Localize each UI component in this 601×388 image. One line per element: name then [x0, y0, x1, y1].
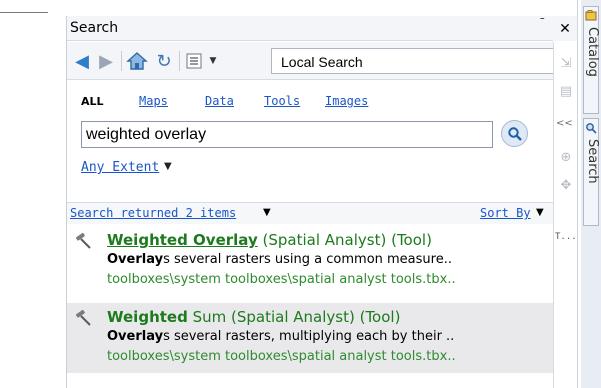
close-button[interactable]: ✕: [553, 16, 577, 41]
result-path: toolboxes\system toolboxes\spatial analy…: [107, 272, 456, 287]
side-tab-label[interactable]: T...: [555, 232, 577, 242]
background-area: [0, 0, 66, 388]
view-options-button[interactable]: [183, 49, 205, 73]
hammer-icon: [75, 309, 91, 326]
search-scope-dropdown[interactable]: Local Search: [271, 48, 553, 74]
filter-tools[interactable]: Tools: [264, 94, 300, 108]
home-button[interactable]: [125, 49, 149, 73]
result-path: toolboxes\system toolboxes\spatial analy…: [107, 349, 456, 364]
results-count-link[interactable]: Search returned 2 items: [70, 206, 236, 220]
tab-label: Search: [585, 139, 600, 184]
extent-link[interactable]: Any Extent: [81, 160, 159, 175]
result-name[interactable]: Weighted Overlay: [107, 231, 258, 249]
catalog-icon: [585, 10, 597, 21]
filter-data[interactable]: Data: [205, 94, 234, 108]
filter-images[interactable]: Images: [325, 94, 368, 108]
tab-search[interactable]: Search: [583, 118, 600, 226]
result-title[interactable]: Weighted Sum (Spatial Analyst) (Tool): [107, 308, 400, 326]
pan-icon[interactable]: ✥: [557, 178, 575, 196]
tab-label: Catalog: [585, 27, 600, 77]
refresh-button[interactable]: ↻: [153, 49, 175, 73]
divider-line: [0, 12, 48, 13]
zoom-icon[interactable]: ⊕: [557, 150, 575, 168]
list-view-icon: [186, 53, 202, 69]
chevron-down-icon: ▼: [209, 56, 217, 66]
list-item[interactable]: Weighted Sum (Spatial Analyst) (Tool) Ov…: [67, 303, 553, 373]
chevron-down-icon[interactable]: ▼: [536, 207, 544, 218]
refresh-icon: ↻: [156, 50, 172, 72]
chevron-down-icon[interactable]: ▼: [164, 161, 172, 172]
results-header: Search returned 2 items ▼ Sort By ▼: [67, 202, 553, 224]
home-icon: [126, 52, 148, 70]
result-title[interactable]: Weighted Overlay (Spatial Analyst) (Tool…: [107, 231, 432, 249]
title-bar: Search ˉ: [67, 16, 553, 41]
pin-icon[interactable]: ˉ: [539, 17, 546, 32]
view-options-dropdown[interactable]: ▼: [207, 49, 219, 73]
description-highlight: Overlay: [107, 329, 164, 344]
window-title: Search: [70, 20, 119, 36]
result-type: Sum (Spatial Analyst) (Tool): [187, 308, 401, 326]
toolbar-separator: [179, 51, 180, 71]
toolbar-separator: [121, 51, 122, 71]
filter-icon[interactable]: ⇲: [557, 56, 575, 74]
forward-arrow-icon: ▶: [99, 50, 113, 72]
hammer-icon: [75, 232, 91, 249]
close-icon: ✕: [559, 20, 571, 37]
search-window: Search ˉ ◀ ▶ ↻ ▼ Local Search ALL Maps D…: [66, 16, 553, 388]
result-description: Overlays several rasters using a common …: [107, 252, 553, 267]
filter-all[interactable]: ALL: [81, 95, 104, 108]
description-text: s several rasters using a common measure…: [163, 252, 452, 267]
search-button[interactable]: [501, 120, 528, 147]
search-panel: ALL Maps Data Tools Images Any Extent ▼: [67, 81, 553, 202]
forward-button[interactable]: ▶: [95, 49, 117, 73]
copy-icon[interactable]: ▤: [557, 84, 575, 102]
tab-catalog[interactable]: Catalog: [583, 6, 600, 114]
search-icon: [586, 123, 597, 134]
search-scope-label: Local Search: [281, 54, 363, 70]
search-icon: [507, 126, 522, 141]
chevron-down-icon[interactable]: ▼: [263, 207, 271, 218]
sort-by-link[interactable]: Sort By: [480, 206, 531, 220]
result-name[interactable]: Weighted: [107, 308, 188, 326]
filter-maps[interactable]: Maps: [139, 94, 168, 108]
side-toolbar: ⇲ ▤ << ⊕ ✥ T...: [553, 42, 577, 388]
description-text: s several rasters, multiplying each by t…: [163, 329, 455, 344]
result-type: (Spatial Analyst) (Tool): [257, 231, 432, 249]
back-button[interactable]: ◀: [71, 49, 93, 73]
collapse-button[interactable]: <<: [556, 118, 573, 129]
search-toolbar: ◀ ▶ ↻ ▼ Local Search: [67, 42, 553, 80]
dock-strip: Catalog Search: [581, 0, 601, 388]
description-highlight: Overlay: [107, 252, 164, 267]
list-item[interactable]: Weighted Overlay (Spatial Analyst) (Tool…: [67, 226, 553, 295]
back-arrow-icon: ◀: [75, 50, 89, 72]
search-input[interactable]: [81, 121, 493, 148]
result-description: Overlays several rasters, multiplying ea…: [107, 329, 553, 344]
